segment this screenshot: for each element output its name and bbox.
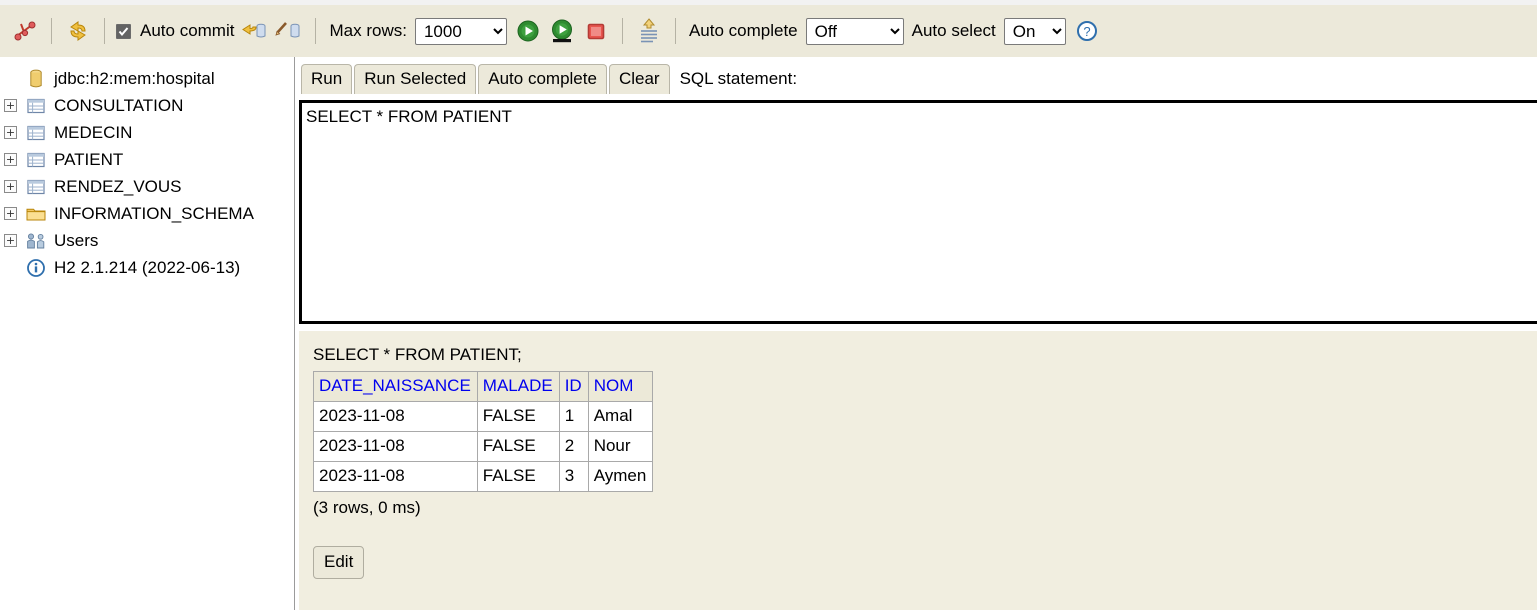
database-tree: jdbc:h2:mem:hospital + CONSULTATION + ME… (0, 57, 294, 281)
run-selected-icon[interactable] (545, 16, 579, 46)
main-toolbar: Auto commit Max rows: 1000 Auto complete… (0, 5, 1537, 57)
sidebar-item-patient[interactable]: + PATIENT (0, 146, 294, 173)
tree-item-label: PATIENT (54, 149, 124, 169)
database-icon (25, 69, 47, 89)
h2-console-window: Auto commit Max rows: 1000 Auto complete… (0, 0, 1537, 610)
table-icon (25, 123, 47, 143)
disconnect-icon[interactable] (8, 16, 42, 46)
tree-item-label: INFORMATION_SCHEMA (54, 203, 254, 223)
cell-nom: Nour (587, 431, 654, 462)
commit-icon[interactable] (272, 16, 306, 46)
run-button[interactable]: Run (301, 63, 353, 94)
column-header-nom[interactable]: NOM (587, 371, 654, 402)
edit-button[interactable]: Edit (313, 546, 365, 579)
sidebar-item-version-info[interactable]: H2 2.1.214 (2022-06-13) (0, 254, 294, 281)
cell-date-naissance: 2023-11-08 (313, 461, 478, 492)
tree-expander-icon[interactable]: + (4, 207, 17, 220)
cell-malade: FALSE (476, 461, 560, 492)
tree-expander-icon[interactable]: + (4, 99, 17, 112)
table-icon (25, 150, 47, 170)
refresh-icon[interactable] (61, 16, 95, 46)
cell-date-naissance: 2023-11-08 (313, 401, 478, 432)
tree-item-connection[interactable]: jdbc:h2:mem:hospital (0, 65, 294, 92)
table-row[interactable]: 2023-11-08 FALSE 2 Nour (313, 431, 654, 462)
cell-nom: Aymen (587, 461, 654, 492)
table-icon (25, 96, 47, 116)
sql-statement-label: SQL statement: (679, 68, 798, 88)
toolbar-separator-1 (51, 18, 52, 44)
tree-expander-icon[interactable]: + (4, 180, 17, 193)
auto-select-label: Auto select (911, 21, 996, 40)
tree-item-label: H2 2.1.214 (2022-06-13) (54, 257, 241, 277)
executed-query-text: SELECT * FROM PATIENT; (313, 345, 522, 364)
sidebar-item-medecin[interactable]: + MEDECIN (0, 119, 294, 146)
sidebar-item-information-schema[interactable]: + INFORMATION_SCHEMA (0, 200, 294, 227)
auto-select-select[interactable]: On (1003, 17, 1066, 45)
tree-item-label: CONSULTATION (54, 95, 184, 115)
cell-malade: FALSE (476, 431, 560, 462)
column-header-date-naissance[interactable]: DATE_NAISSANCE (313, 371, 478, 402)
table-row[interactable]: 2023-11-08 FALSE 3 Aymen (313, 461, 654, 492)
cell-id: 2 (558, 431, 589, 462)
tree-expander-icon[interactable]: + (4, 153, 17, 166)
tree-expander-icon[interactable]: + (4, 126, 17, 139)
column-header-id[interactable]: ID (558, 371, 589, 402)
column-header-malade[interactable]: MALADE (476, 371, 560, 402)
toolbar-separator-2 (104, 18, 105, 44)
script-icon[interactable] (632, 16, 666, 46)
svg-text:?: ? (1083, 24, 1090, 39)
run-icon[interactable] (511, 16, 545, 46)
toolbar-separator-5 (674, 18, 676, 44)
tree-item-label: RENDEZ_VOUS (54, 176, 182, 196)
auto-commit-toggle[interactable]: Auto commit (116, 13, 238, 49)
results-table-head: DATE_NAISSANCE MALADE ID NOM (313, 371, 654, 402)
folder-icon (25, 204, 47, 224)
tree-item-label: jdbc:h2:mem:hospital (54, 68, 215, 88)
auto-complete-select[interactable]: Off (805, 17, 904, 45)
result-status-text: (3 rows, 0 ms) (313, 498, 421, 517)
tree-expander-icon[interactable]: + (4, 234, 17, 247)
max-rows-label: Max rows: (329, 21, 407, 40)
sidebar-item-users[interactable]: + Users (0, 227, 294, 254)
results-header-row: DATE_NAISSANCE MALADE ID NOM (313, 371, 654, 402)
cell-id: 1 (558, 401, 589, 432)
max-rows-select[interactable]: 1000 (414, 17, 507, 45)
clear-button[interactable]: Clear (608, 63, 670, 94)
results-table-body: 2023-11-08 FALSE 1 Amal 2023-11-08 FALSE… (313, 401, 654, 492)
run-selected-button[interactable]: Run Selected (354, 63, 477, 94)
auto-commit-checkbox[interactable] (116, 23, 131, 39)
help-icon[interactable]: ? (1070, 16, 1104, 46)
cell-id: 3 (558, 461, 589, 492)
cell-date-naissance: 2023-11-08 (313, 431, 478, 462)
sql-main-panel: Run Run Selected Auto complete Clear SQL… (299, 57, 1537, 610)
info-icon (25, 258, 47, 278)
stop-icon[interactable] (579, 16, 613, 46)
rollback-icon[interactable] (238, 16, 272, 46)
toolbar-separator-4 (621, 18, 623, 44)
table-row[interactable]: 2023-11-08 FALSE 1 Amal (313, 401, 654, 432)
auto-commit-label: Auto commit (140, 21, 235, 40)
results-pane: SELECT * FROM PATIENT; DATE_NAISSANCE MA… (299, 331, 1537, 610)
sql-statement-input[interactable] (299, 100, 1537, 324)
sidebar-item-consultation[interactable]: + CONSULTATION (0, 92, 294, 119)
auto-complete-label: Auto complete (688, 21, 798, 40)
tree-item-label: MEDECIN (54, 122, 133, 142)
sidebar-item-rendez-vous[interactable]: + RENDEZ_VOUS (0, 173, 294, 200)
tree-item-label: Users (54, 230, 99, 250)
cell-malade: FALSE (476, 401, 560, 432)
database-tree-sidebar[interactable]: jdbc:h2:mem:hospital + CONSULTATION + ME… (0, 57, 294, 610)
toolbar-separator-3 (315, 18, 317, 44)
results-table[interactable]: DATE_NAISSANCE MALADE ID NOM 2023-11-08 … (313, 371, 654, 492)
users-icon (25, 231, 47, 251)
auto-complete-button[interactable]: Auto complete (478, 63, 607, 94)
sql-command-bar: Run Run Selected Auto complete Clear SQL… (299, 57, 1537, 100)
table-icon (25, 177, 47, 197)
cell-nom: Amal (587, 401, 654, 432)
